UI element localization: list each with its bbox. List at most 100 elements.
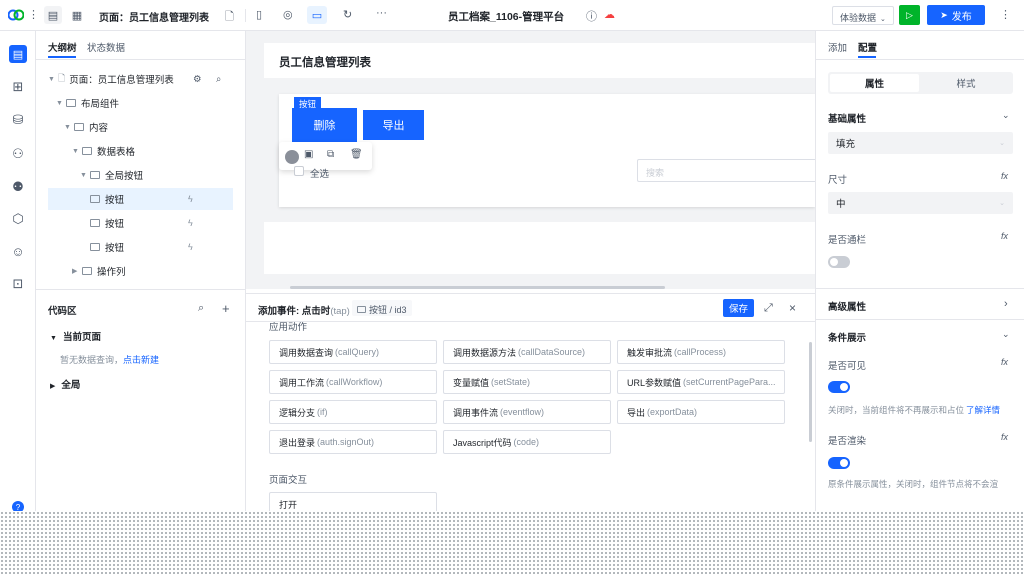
layout-view-icon[interactable]: ▦: [68, 6, 86, 24]
close-icon[interactable]: ×: [789, 301, 796, 315]
fill-type-select[interactable]: 填充 ⌄: [828, 132, 1013, 154]
seg-style[interactable]: 样式: [921, 74, 1011, 92]
seg-properties[interactable]: 属性: [830, 74, 919, 92]
learn-more-link[interactable]: 了解详情: [966, 405, 1000, 415]
chat-nav-icon[interactable]: ☺: [9, 242, 27, 260]
event-bolt-icon[interactable]: ϟ: [188, 194, 193, 204]
tree-node-button-selected[interactable]: 按钮 ϟ: [48, 188, 233, 210]
outline-nav-icon[interactable]: ▤: [9, 45, 27, 63]
event-panel-scrollbar[interactable]: [809, 342, 812, 442]
fx-icon[interactable]: fx: [1001, 432, 1008, 442]
search-icon[interactable]: ⌕: [216, 74, 221, 85]
chevron-down-icon[interactable]: ⌄: [1002, 329, 1010, 340]
caret-down-icon[interactable]: ▼: [64, 124, 74, 131]
caret-down-icon[interactable]: ▼: [56, 100, 66, 107]
basic-props-title[interactable]: 基础属性: [828, 111, 866, 125]
create-query-link[interactable]: 点击新建: [123, 355, 159, 365]
chevron-down-icon[interactable]: ⌄: [1002, 110, 1010, 121]
action-call-datasource[interactable]: 调用数据源方法 (callDataSource): [443, 340, 611, 364]
action-js-code[interactable]: Javascript代码 (code): [443, 430, 611, 454]
drag-handle-icon[interactable]: [285, 150, 299, 164]
event-bolt-icon[interactable]: ϟ: [188, 218, 193, 228]
tree-node-layout[interactable]: ▼ 布局组件: [48, 92, 233, 114]
tab-add[interactable]: 添加: [828, 40, 847, 54]
condition-title[interactable]: 条件展示: [828, 330, 866, 344]
tab-config[interactable]: 配置: [858, 40, 877, 54]
outline-view-icon[interactable]: ▤: [44, 6, 62, 24]
env-select[interactable]: 体验数据 ⌄: [832, 6, 894, 25]
action-eventflow[interactable]: 调用事件流 (eventflow): [443, 400, 611, 424]
action-sign-out[interactable]: 退出登录 (auth.signOut): [269, 430, 437, 454]
tree-node-action-column[interactable]: ▶ 操作列: [48, 260, 233, 282]
visible-toggle[interactable]: [828, 381, 850, 393]
current-page-group[interactable]: ▼ 当前页面: [50, 329, 101, 343]
action-call-query[interactable]: 调用数据查询 (callQuery): [269, 340, 437, 364]
fx-icon[interactable]: fx: [1001, 231, 1008, 241]
action-open[interactable]: 打开: [269, 492, 437, 512]
trash-icon[interactable]: 🗑: [350, 149, 363, 160]
render-toggle[interactable]: [828, 457, 850, 469]
publish-button[interactable]: ➤ 发布: [927, 5, 985, 25]
components-nav-icon[interactable]: ⊞: [9, 78, 27, 96]
caret-down-icon[interactable]: ▼: [48, 76, 58, 83]
expand-icon[interactable]: ⤢: [764, 302, 773, 315]
caret-right-icon[interactable]: ▶: [50, 383, 55, 390]
tree-node-page[interactable]: ▼ 🗋 页面：员工信息管理列表 ⚙ ⌕: [48, 68, 233, 90]
action-set-url-param[interactable]: URL参数赋值 (setCurrentPagePara...: [617, 370, 785, 394]
caret-down-icon[interactable]: ▼: [72, 148, 82, 155]
block-toggle[interactable]: [828, 256, 850, 268]
canvas-scrollbar[interactable]: [290, 286, 665, 289]
save-icon[interactable]: ▣: [304, 149, 313, 160]
tab-state-data[interactable]: 状态数据: [87, 40, 125, 54]
size-select[interactable]: 中 ⌄: [828, 192, 1013, 214]
web-preview-icon[interactable]: ◎: [283, 8, 293, 21]
save-event-button[interactable]: 保存: [723, 299, 754, 317]
action-call-process[interactable]: 触发审批流 (callProcess): [617, 340, 785, 364]
action-export-data[interactable]: 导出 (exportData): [617, 400, 785, 424]
export-button[interactable]: 导出: [363, 110, 424, 140]
robot-nav-icon[interactable]: ⊡: [9, 275, 27, 293]
users-nav-icon[interactable]: ⚉: [9, 178, 27, 196]
delete-button[interactable]: 删除: [292, 108, 357, 142]
settings-icon[interactable]: ⚙: [193, 74, 202, 85]
action-set-state[interactable]: 变量赋值 (setState): [443, 370, 611, 394]
sidebar-toggle-icon[interactable]: ⋮: [28, 8, 39, 21]
add-page-icon[interactable]: 🗋: [225, 8, 234, 27]
caret-down-icon[interactable]: ▼: [80, 172, 90, 179]
search-icon[interactable]: ⌕: [198, 302, 204, 315]
caret-right-icon[interactable]: ▶: [72, 267, 82, 275]
fx-icon[interactable]: fx: [1001, 357, 1008, 367]
run-button[interactable]: ▷: [899, 5, 920, 25]
tree-node-global-buttons[interactable]: ▼ 全局按钮: [48, 164, 233, 186]
cloud-sync-icon[interactable]: ☁: [604, 8, 615, 21]
more-icon[interactable]: ···: [376, 7, 387, 19]
copy-icon[interactable]: ⧉: [327, 149, 334, 160]
page-selector[interactable]: 页面：员工信息管理列表: [99, 9, 209, 24]
fx-icon[interactable]: fx: [1001, 171, 1008, 181]
tree-node-table[interactable]: ▼ 数据表格: [48, 140, 233, 162]
tree-node-button[interactable]: 按钮 ϟ: [48, 236, 233, 258]
select-all-checkbox[interactable]: [294, 166, 304, 176]
mobile-preview-icon[interactable]: ▯: [256, 8, 262, 21]
desktop-preview-icon[interactable]: ▭: [307, 6, 327, 24]
search-input[interactable]: 搜索: [637, 159, 815, 182]
tab-outline-tree[interactable]: 大纲树: [48, 40, 77, 54]
advanced-props-title[interactable]: 高级属性: [828, 299, 866, 313]
global-group[interactable]: ▶ 全局: [50, 377, 80, 391]
tree-node-content[interactable]: ▼ 内容: [48, 116, 233, 138]
chevron-down-icon[interactable]: ⌄: [203, 9, 210, 18]
app-logo[interactable]: [7, 8, 25, 22]
caret-down-icon[interactable]: ▼: [50, 335, 57, 342]
event-bolt-icon[interactable]: ϟ: [188, 242, 193, 252]
info-icon[interactable]: ⓘ: [586, 8, 597, 24]
chevron-right-icon[interactable]: ›: [1004, 298, 1008, 310]
tree-node-button[interactable]: 按钮 ϟ: [48, 212, 233, 234]
action-if[interactable]: 逻辑分支 (if): [269, 400, 437, 424]
action-call-workflow[interactable]: 调用工作流 (callWorkflow): [269, 370, 437, 394]
settings-nav-icon[interactable]: ⬡: [9, 210, 27, 228]
workflow-nav-icon[interactable]: ⚇: [9, 145, 27, 163]
refresh-icon[interactable]: ↻: [343, 8, 352, 21]
more-vertical-icon[interactable]: ⋮: [1000, 8, 1011, 21]
database-nav-icon[interactable]: ⛁: [9, 111, 27, 129]
add-icon[interactable]: +: [222, 301, 230, 316]
